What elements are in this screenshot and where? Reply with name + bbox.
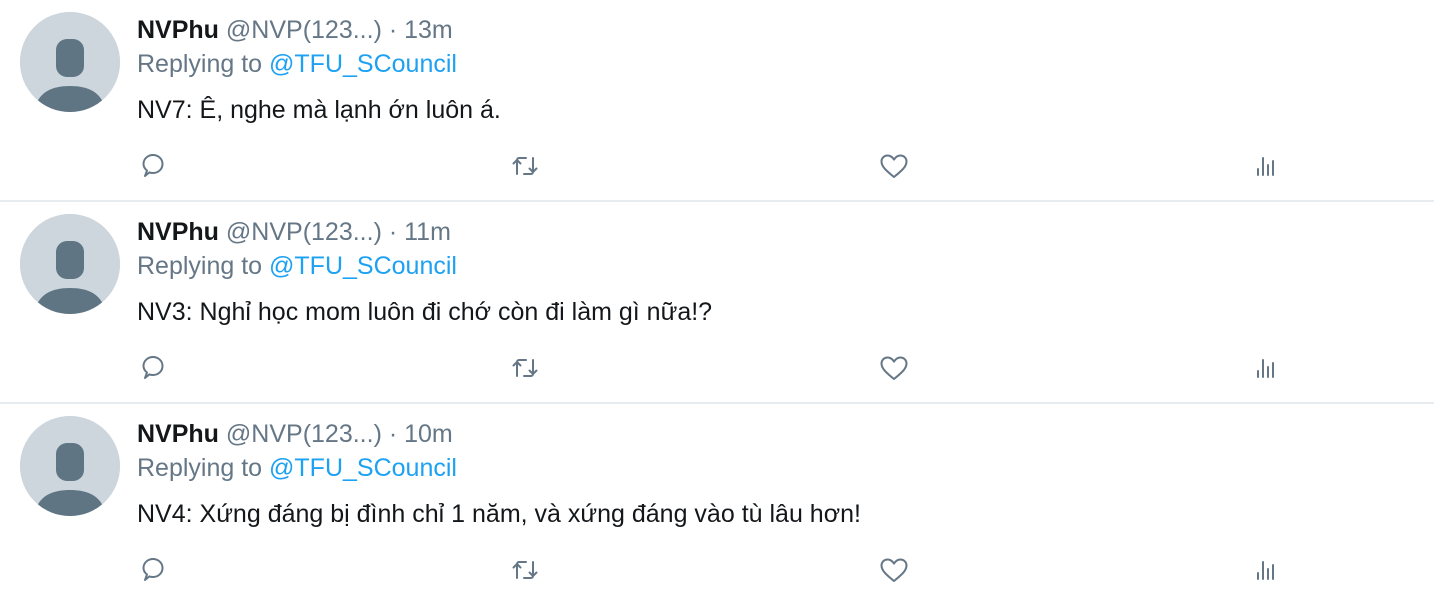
reply-button[interactable] [133,348,173,388]
display-name[interactable]: NVPhu [137,16,219,44]
analytics-button[interactable] [1246,146,1286,186]
tweet[interactable]: NVPhu @NVP(123...) · 13m Replying to @TF… [0,0,1434,202]
replying-prefix: Replying to [137,252,270,280]
separator: · [388,218,398,246]
replying-prefix: Replying to [137,454,270,482]
avatar[interactable] [20,416,120,516]
tweet-actions [0,146,1434,186]
display-name[interactable]: NVPhu [137,218,219,246]
replying-to-link[interactable]: @TFU_SCouncil [269,252,457,280]
reply-button[interactable] [133,550,173,590]
default-avatar-icon [20,12,120,112]
replying-to-line: Replying to @TFU_SCouncil [137,452,457,484]
retweet-icon [512,561,538,579]
retweet-button[interactable] [505,550,545,590]
retweet-button[interactable] [505,146,545,186]
display-name[interactable]: NVPhu [137,420,219,448]
timestamp[interactable]: 11m [404,218,451,246]
analytics-icon [1257,561,1274,580]
analytics-button[interactable] [1246,348,1286,388]
analytics-icon [1257,157,1274,176]
avatar[interactable] [20,12,120,112]
default-avatar-icon [20,214,120,314]
replying-to-link[interactable]: @TFU_SCouncil [269,50,457,78]
replying-to-line: Replying to @TFU_SCouncil [137,48,457,80]
tweet[interactable]: NVPhu @NVP(123...) · 10m Replying to @TF… [0,404,1434,600]
heart-icon [880,558,908,582]
separator: · [388,16,398,44]
analytics-icon [1257,359,1274,378]
timestamp[interactable]: 10m [404,420,453,448]
like-button[interactable] [874,146,914,186]
user-handle[interactable]: @NVP(123...) [226,218,382,246]
avatar[interactable] [20,214,120,314]
replying-to-link[interactable]: @TFU_SCouncil [269,454,457,482]
analytics-button[interactable] [1246,550,1286,590]
tweet-text: NV7: Ê, nghe mà lạnh ớn luôn á. [137,96,501,124]
replying-to-line: Replying to @TFU_SCouncil [137,250,457,282]
like-button[interactable] [874,348,914,388]
tweet-header: NVPhu @NVP(123...) · 13m [137,14,453,46]
retweet-icon [512,359,538,377]
tweet-actions [0,550,1434,590]
like-button[interactable] [874,550,914,590]
default-avatar-icon [20,416,120,516]
user-handle[interactable]: @NVP(123...) [226,420,382,448]
reply-button[interactable] [133,146,173,186]
tweet-actions [0,348,1434,388]
retweet-button[interactable] [505,348,545,388]
tweet[interactable]: NVPhu @NVP(123...) · 11m Replying to @TF… [0,202,1434,404]
tweet-header: NVPhu @NVP(123...) · 10m [137,418,453,450]
tweet-text: NV4: Xứng đáng bị đình chỉ 1 năm, và xứn… [137,500,861,528]
timestamp[interactable]: 13m [404,16,453,44]
heart-icon [880,356,908,380]
tweet-header: NVPhu @NVP(123...) · 11m [137,216,451,248]
retweet-icon [512,157,538,175]
reply-icon [142,356,164,379]
tweet-text: NV3: Nghỉ học mom luôn đi chớ còn đi làm… [137,298,713,326]
reply-icon [142,558,164,581]
replying-prefix: Replying to [137,50,270,78]
timeline: NVPhu @NVP(123...) · 13m Replying to @TF… [0,0,1434,600]
reply-icon [142,154,164,177]
heart-icon [880,154,908,178]
separator: · [388,420,398,448]
user-handle[interactable]: @NVP(123...) [226,16,382,44]
